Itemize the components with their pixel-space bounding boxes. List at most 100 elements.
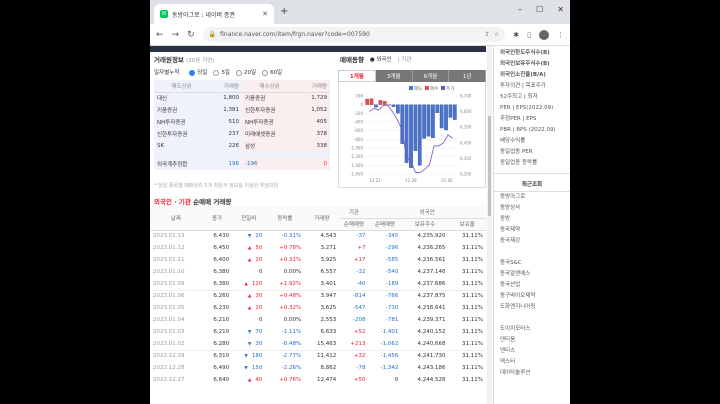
radio-20d[interactable]: 20일 xyxy=(236,68,256,76)
y2-tick-label: 6,700 xyxy=(460,94,472,99)
foreign-net: -196 xyxy=(241,158,298,170)
cell-hold: 4,237,146 xyxy=(417,269,446,275)
radio-20d-label: 20일 xyxy=(244,70,257,76)
th-change: 전일비 xyxy=(232,206,266,231)
radio-today[interactable]: 당일 xyxy=(189,68,207,76)
chart-bar xyxy=(404,104,409,163)
down-arrow-icon: ▼ xyxy=(244,354,248,360)
forward-icon[interactable]: → xyxy=(172,30,180,40)
nav-strip xyxy=(150,46,486,52)
black-margin-right xyxy=(570,0,720,404)
recent-item[interactable]: 도이치모터스 xyxy=(494,324,570,335)
cell-vol: 3,925 xyxy=(320,257,337,263)
black-margin-left xyxy=(0,0,150,404)
cell-vol: 3,625 xyxy=(320,305,337,311)
legend-label: 주가 xyxy=(446,85,454,92)
cell-pct: +0.76% xyxy=(279,377,302,383)
chart-radio-foreign[interactable]: ● 외국인 xyxy=(370,55,392,63)
minimize-icon[interactable]: – xyxy=(518,5,522,14)
table-row: 2023.01.10 6,380 0 0.00% 6,557 -32 -540 4,237,1… xyxy=(150,266,486,278)
address-bar[interactable]: 🔒 finance.naver.com/item/frgn.naver?code… xyxy=(202,27,506,42)
period-tab-3m[interactable]: 3개월 xyxy=(375,70,413,82)
recent-item[interactable]: 동방상사 xyxy=(494,203,570,214)
share-icon[interactable]: ⇪ xyxy=(485,31,490,38)
recent-item[interactable]: 동국알앤에스 xyxy=(494,269,570,280)
recent-item[interactable]: 동방 xyxy=(494,214,570,225)
recent-item[interactable]: 동국제강 xyxy=(494,236,570,247)
cell-hold: 4,241,730 xyxy=(417,353,446,360)
recent-item[interactable]: 덴티스 xyxy=(494,346,570,357)
browser-tab[interactable]: N 동방아그로 : 네이버 증권 ✕ xyxy=(154,4,274,24)
recent-item[interactable]: 덱스터 xyxy=(494,357,570,368)
legend-swatch xyxy=(409,86,413,90)
table-row: 2023.01.06 6,260 ▲ 30 +0.48% 3,947 -814 -766 4,2… xyxy=(150,290,486,302)
y2-tick-label: 6,500 xyxy=(460,125,472,130)
radio-60d[interactable]: 60일 xyxy=(262,68,282,76)
recent-item[interactable]: 동국S&C xyxy=(494,258,570,269)
chart-radio-inst-label: 기관 xyxy=(401,57,412,63)
stock-info-item: PBR | BPS (2022.09) xyxy=(500,127,556,133)
sidepanel-icon[interactable]: ▯ xyxy=(527,31,531,39)
period-tab-6m[interactable]: 6개월 xyxy=(412,70,450,82)
legend-label: 매수 xyxy=(430,85,438,92)
chart-radio-inst[interactable]: | 기관 xyxy=(398,55,412,63)
tab-title: 동방아그로 : 네이버 증권 xyxy=(172,11,235,19)
daily-table: 날짜 종가 전일비 등락률 거래량 기관 외국인 순매매량 순매매량 보유주수 … xyxy=(150,206,486,386)
extensions-icon[interactable]: ✱ xyxy=(513,31,519,39)
th-buy-vol: 거래량 xyxy=(297,80,330,92)
close-window-icon[interactable]: ✕ xyxy=(557,5,564,14)
cell-pct: -1.11% xyxy=(281,329,302,335)
page-scrollbar[interactable] xyxy=(487,46,492,404)
legend-swatch xyxy=(425,86,429,90)
cell-vol: 3,947 xyxy=(320,293,337,300)
cell-date: 2023.01.13 xyxy=(153,233,185,240)
th-close: 종가 xyxy=(201,206,233,231)
table-row: 2022.12.29 6,310 ▼ 180 -2.77% 11,412 +32 -1,456… xyxy=(150,350,486,362)
cell-ratio: 31.11% xyxy=(462,305,483,311)
profile-avatar[interactable] xyxy=(539,29,549,40)
recent-item[interactable]: 동국산업 xyxy=(494,280,570,291)
recent-item[interactable]: 동방아그로 xyxy=(494,192,570,203)
reload-icon[interactable]: ↻ xyxy=(187,30,195,40)
y-tick-label: -200 xyxy=(354,111,364,116)
close-tab-icon[interactable]: ✕ xyxy=(262,10,268,18)
period-tab-1y[interactable]: 1년 xyxy=(449,70,486,82)
chart-bar xyxy=(396,104,400,114)
bookmark-star-icon[interactable]: ☆ xyxy=(494,31,499,38)
y-tick-label: -800 xyxy=(354,137,364,142)
cell-date: 2023.01.04 xyxy=(153,317,185,323)
y-tick-label: -1,000 xyxy=(350,146,363,151)
recent-item[interactable]: 덴티움 xyxy=(494,335,570,346)
stock-info-item: 52주최고 | 최저 xyxy=(500,94,538,100)
broker-cell-buy: 키움증권 xyxy=(241,92,298,104)
legend-swatch xyxy=(441,86,445,90)
foreign-label: 외국계추정합 xyxy=(154,158,210,170)
cell-frgn: -730 xyxy=(385,305,399,311)
recent-item[interactable]: 데이타솔루션 xyxy=(494,368,570,379)
y2-tick-label: 6,600 xyxy=(460,109,472,114)
cell-chg: ▲ 50 xyxy=(232,242,265,254)
recent-item[interactable]: 도화엔지니어링 xyxy=(494,302,570,313)
recent-item[interactable]: 동구바이오제약 xyxy=(494,291,570,302)
cell-inst: -814 xyxy=(353,293,366,300)
down-arrow-icon: ▼ xyxy=(247,234,252,240)
cell-hold: 4,237,686 xyxy=(417,280,446,287)
back-icon[interactable]: ← xyxy=(156,30,164,40)
change-value: 20 xyxy=(255,305,263,311)
broker-cell-buy: 미래에셋증권 xyxy=(241,128,298,140)
down-arrow-icon: ▼ xyxy=(247,341,252,347)
recent-item[interactable]: 동국제약 xyxy=(494,225,570,236)
cell-chg: ▼ 70 xyxy=(232,326,265,338)
up-arrow-icon: ▲ xyxy=(247,306,252,311)
radio-5d[interactable]: 5일 xyxy=(213,68,230,76)
cell-ratio: 31.11% xyxy=(462,365,483,371)
maximize-icon[interactable]: ☐ xyxy=(536,5,543,14)
cell-inst: +52 xyxy=(353,329,366,335)
chart-bar xyxy=(365,98,370,105)
period-tab-1m[interactable]: 1개월 xyxy=(338,70,376,82)
down-arrow-icon: ▼ xyxy=(244,366,248,371)
scrollbar-thumb[interactable] xyxy=(488,116,491,216)
cell-chg: 0 xyxy=(232,266,265,278)
new-tab-icon[interactable]: + xyxy=(280,6,288,17)
menu-icon[interactable]: ⋮ xyxy=(557,31,564,39)
